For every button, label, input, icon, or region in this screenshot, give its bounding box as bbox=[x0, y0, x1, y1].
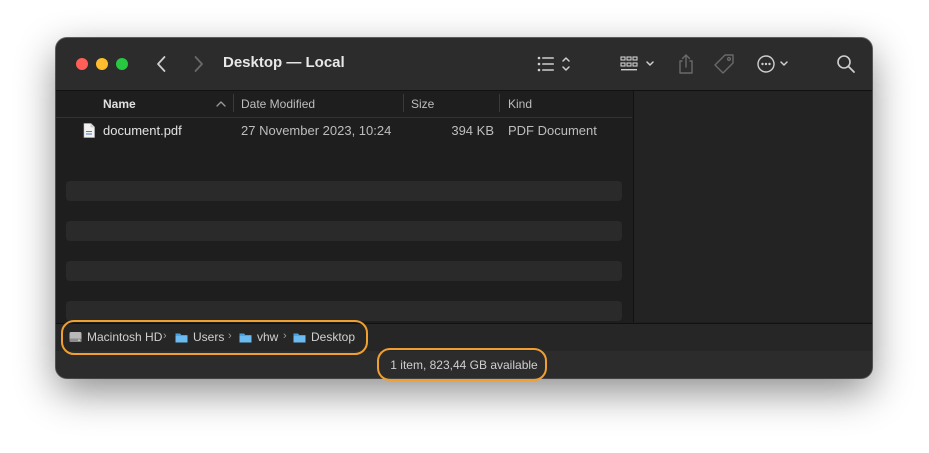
path-item-desktop[interactable]: Desktop bbox=[293, 330, 355, 344]
close-button[interactable] bbox=[76, 58, 88, 70]
grid-group-icon bbox=[620, 56, 654, 71]
search-icon bbox=[837, 55, 855, 73]
empty-row bbox=[66, 181, 622, 201]
status-bar: 1 item, 823,44 GB available bbox=[56, 351, 872, 378]
path-item-vhw[interactable]: vhw bbox=[239, 330, 278, 344]
ellipsis-circle-icon bbox=[757, 55, 788, 73]
zoom-button[interactable] bbox=[116, 58, 128, 70]
column-divider[interactable] bbox=[499, 94, 500, 112]
forward-button[interactable] bbox=[188, 54, 208, 74]
folder-icon bbox=[239, 333, 252, 342]
chevron-left-icon bbox=[157, 56, 166, 72]
path-item-label: Users bbox=[193, 330, 225, 344]
chevron-right-icon bbox=[194, 56, 203, 72]
path-item-users[interactable]: Users bbox=[175, 330, 224, 344]
folder-icon bbox=[175, 333, 188, 342]
back-button[interactable] bbox=[152, 54, 172, 74]
hard-drive-icon bbox=[69, 332, 82, 342]
column-size[interactable]: Size bbox=[411, 97, 434, 111]
view-options-button[interactable] bbox=[536, 53, 576, 75]
pdf-file-icon bbox=[83, 123, 95, 138]
window-title: Desktop — Local bbox=[223, 54, 345, 71]
column-kind[interactable]: Kind bbox=[508, 97, 532, 111]
table-row[interactable]: document.pdf 27 November 2023, 10:24 394… bbox=[66, 120, 622, 140]
share-button[interactable] bbox=[675, 53, 697, 75]
preview-pane bbox=[633, 91, 872, 322]
more-actions-button[interactable] bbox=[756, 53, 796, 75]
chevron-right-icon: › bbox=[228, 330, 232, 342]
empty-row bbox=[66, 301, 622, 321]
column-divider[interactable] bbox=[403, 94, 404, 112]
finder-window: Desktop — Local Name Date Modified Size … bbox=[56, 38, 872, 378]
sort-ascending-icon[interactable] bbox=[216, 100, 226, 108]
path-item-macintosh-hd[interactable]: Macintosh HD bbox=[69, 330, 162, 344]
column-divider[interactable] bbox=[233, 94, 234, 112]
file-list: Name Date Modified Size Kind document.pd… bbox=[56, 91, 632, 322]
search-button[interactable] bbox=[835, 53, 857, 75]
path-item-label: Macintosh HD bbox=[87, 330, 163, 344]
folder-icon bbox=[293, 333, 306, 342]
file-kind: PDF Document bbox=[508, 123, 597, 138]
column-date-modified[interactable]: Date Modified bbox=[241, 97, 315, 111]
empty-row bbox=[66, 261, 622, 281]
share-icon bbox=[679, 54, 693, 74]
tag-icon bbox=[714, 54, 734, 74]
file-size: 394 KB bbox=[451, 123, 494, 138]
file-name: document.pdf bbox=[103, 123, 182, 138]
path-item-label: Desktop bbox=[311, 330, 356, 344]
column-name[interactable]: Name bbox=[103, 97, 136, 111]
list-view-icon bbox=[537, 56, 570, 72]
status-text: 1 item, 823,44 GB available bbox=[390, 358, 538, 372]
column-header: Name Date Modified Size Kind bbox=[56, 91, 632, 118]
group-button[interactable] bbox=[619, 53, 659, 75]
empty-row bbox=[66, 221, 622, 241]
title-bar: Desktop — Local bbox=[56, 38, 872, 91]
path-item-label: vhw bbox=[257, 330, 279, 344]
path-bar: Macintosh HD › Users › vhw › Desktop bbox=[56, 323, 872, 352]
chevron-right-icon: › bbox=[163, 330, 167, 342]
file-date-modified: 27 November 2023, 10:24 bbox=[241, 123, 392, 138]
chevron-right-icon: › bbox=[283, 330, 287, 342]
tag-button[interactable] bbox=[713, 53, 737, 75]
minimize-button[interactable] bbox=[96, 58, 108, 70]
